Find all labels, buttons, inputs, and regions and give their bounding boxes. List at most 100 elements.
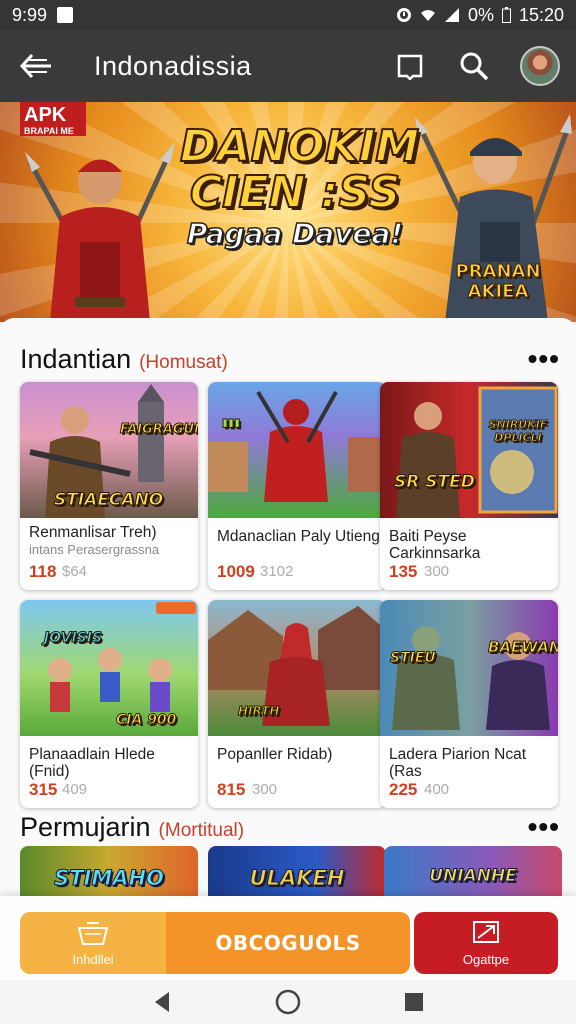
hero-left-figure xyxy=(25,142,175,322)
banner-side-text: PRANAN AKIEA xyxy=(455,261,541,302)
old-price: 409 xyxy=(62,781,88,798)
tile-title: STIMAHO xyxy=(54,866,165,891)
game-price: 118 xyxy=(29,562,57,581)
headline-line3: Pagaa Davea! xyxy=(186,216,404,251)
signal-icon xyxy=(444,8,459,22)
wifi-icon xyxy=(420,10,435,21)
system-nav-bar xyxy=(0,980,576,1024)
game-card[interactable]: SNIRUKIF DPLICLI SR STED Baiti Peyse Car… xyxy=(380,382,558,590)
game-price: 225 xyxy=(389,780,418,799)
nav-recents-button[interactable] xyxy=(399,987,429,1017)
back-arrow-icon xyxy=(19,53,51,79)
battery-percent: 0% xyxy=(467,4,494,25)
install-button[interactable]: Inhdllei xyxy=(20,912,166,974)
section-header: Permujarin (Mortitual) ••• xyxy=(20,812,560,843)
game-tile[interactable]: STIMAHO xyxy=(20,846,198,898)
search-button[interactable] xyxy=(456,48,492,84)
nav-home-icon xyxy=(275,989,301,1015)
game-price: 1009 xyxy=(217,562,255,581)
back-button[interactable] xyxy=(16,46,56,86)
section-header: Indantian (Homusat) ••• xyxy=(20,344,560,375)
game-name: Baiti Peyse Carkinnsarka xyxy=(389,528,481,562)
thumbnail-title: SR STED xyxy=(394,472,476,493)
game-price: 315 xyxy=(29,780,58,799)
open-label: Ogattpe xyxy=(462,952,510,967)
section-title: Indantian xyxy=(20,344,132,374)
old-price: 300 xyxy=(252,781,278,798)
headline-line1: DANOKIM xyxy=(179,121,420,172)
old-price: 300 xyxy=(424,563,450,580)
install-label: Inhdllei xyxy=(72,952,114,967)
game-thumbnail: JOVISIS CIA 900 xyxy=(20,600,198,736)
tile-title: ULAKEH xyxy=(249,866,345,891)
basket-icon xyxy=(77,922,109,945)
app-bar: Indonadissia xyxy=(0,30,576,102)
thumbnail-title: HIRTH xyxy=(237,704,280,719)
status-bar: 9:99 0% 15:20 xyxy=(0,0,576,30)
brand-line1: APK xyxy=(24,104,67,126)
game-thumbnail: ▮▮▮ xyxy=(208,382,386,518)
nav-back-button[interactable] xyxy=(147,987,177,1017)
game-card[interactable]: ▮▮▮ Mdanaclian Paly Utieng 1009 3102 xyxy=(208,382,386,590)
thumbnail-title: CIA 900 xyxy=(115,712,177,729)
nav-back-icon xyxy=(155,992,169,1012)
thumbnail-title-top: JOVISIS xyxy=(43,630,103,647)
battery-icon xyxy=(501,7,511,23)
tile-title: UNIANHE xyxy=(429,866,518,887)
brand-logo: APK BRAPAI ME xyxy=(20,102,86,136)
status-clock: 15:20 xyxy=(518,4,564,25)
section-subtitle: (Mortitual) xyxy=(158,820,245,841)
game-thumbnail: FAIGRAGUN STIAECANO xyxy=(20,382,198,518)
notification-icon xyxy=(57,7,74,23)
avatar[interactable] xyxy=(520,46,560,86)
game-name: Popanller Ridab) xyxy=(217,746,333,763)
nav-home-button[interactable] xyxy=(273,987,303,1017)
content-sheet: Indantian (Homusat) ••• FAIGRAGUN STIAEC… xyxy=(0,318,576,898)
game-name: Mdanaclian Paly Utieng xyxy=(217,528,380,545)
game-price: 815 xyxy=(217,780,246,799)
thumbnail-title-top: FAIGRAGUN xyxy=(120,422,198,438)
game-tile[interactable]: UNIANHE xyxy=(384,846,562,898)
app-bar-actions xyxy=(392,46,560,86)
brand-line2: BRAPAI ME xyxy=(24,126,74,136)
bookmark-button[interactable] xyxy=(392,48,428,84)
search-icon xyxy=(460,52,489,81)
game-card[interactable]: JOVISIS CIA 900 Planaadlain Hlede (Fnid)… xyxy=(20,600,198,808)
promo-banner[interactable]: APK BRAPAI ME DANOKIM CIEN :SS Pagaa Dav… xyxy=(0,102,576,322)
page-title: Indonadissia xyxy=(94,50,252,81)
thumbnail-title: STIAECANO xyxy=(53,490,164,511)
bottom-action-bar: Inhdllei OBCOGUOLS Ogattpe xyxy=(0,896,576,980)
more-icon[interactable]: ••• xyxy=(528,813,560,841)
game-thumbnail: STIEU BAEWAN xyxy=(380,600,558,736)
game-card[interactable]: FAIGRAGUN STIAECANO Renmanlisar Treh) in… xyxy=(20,382,198,590)
status-right: 0% 15:20 xyxy=(396,5,564,26)
game-price: 135 xyxy=(389,562,418,581)
thumbnail-title: STIEU xyxy=(390,650,437,667)
game-tile[interactable]: ULAKEH xyxy=(208,846,386,898)
game-name: Renmanlisar Treh) xyxy=(29,524,157,541)
open-button[interactable]: Ogattpe xyxy=(414,912,558,974)
game-name: Planaadlain Hlede (Fnid) xyxy=(29,746,155,780)
more-icon[interactable]: ••• xyxy=(528,345,560,373)
old-price: 3102 xyxy=(260,563,294,580)
section-title: Permujarin xyxy=(20,812,151,842)
thumbnail-title-top: SNIRUKIF DPLICLI xyxy=(488,418,548,445)
game-card[interactable]: HIRTH Popanller Ridab) 815 300 xyxy=(208,600,386,808)
book-icon xyxy=(397,54,423,80)
primary-action-button[interactable]: OBCOGUOLS xyxy=(166,912,410,974)
alarm-icon xyxy=(396,8,411,22)
status-time: 9:99 xyxy=(12,4,48,25)
game-thumbnail: HIRTH xyxy=(208,600,386,736)
game-subtitle: intans Perasergrassna xyxy=(29,542,160,557)
old-price: 400 xyxy=(424,781,450,798)
nav-recents-icon xyxy=(405,993,423,1011)
game-name: Ladera Piarion Ncat (Ras xyxy=(389,746,526,780)
banner-headline: DANOKIM CIEN :SS Pagaa Davea! xyxy=(179,121,420,252)
thumbnail-title: ▮▮▮ xyxy=(221,416,241,430)
old-price: $64 xyxy=(62,563,88,580)
game-thumbnail: SNIRUKIF DPLICLI SR STED xyxy=(380,382,558,518)
game-card[interactable]: STIEU BAEWAN Ladera Piarion Ncat (Ras 22… xyxy=(380,600,558,808)
expand-icon xyxy=(473,921,499,943)
section-subtitle: (Homusat) xyxy=(139,352,228,373)
headline-line2: CIEN :SS xyxy=(189,167,401,218)
